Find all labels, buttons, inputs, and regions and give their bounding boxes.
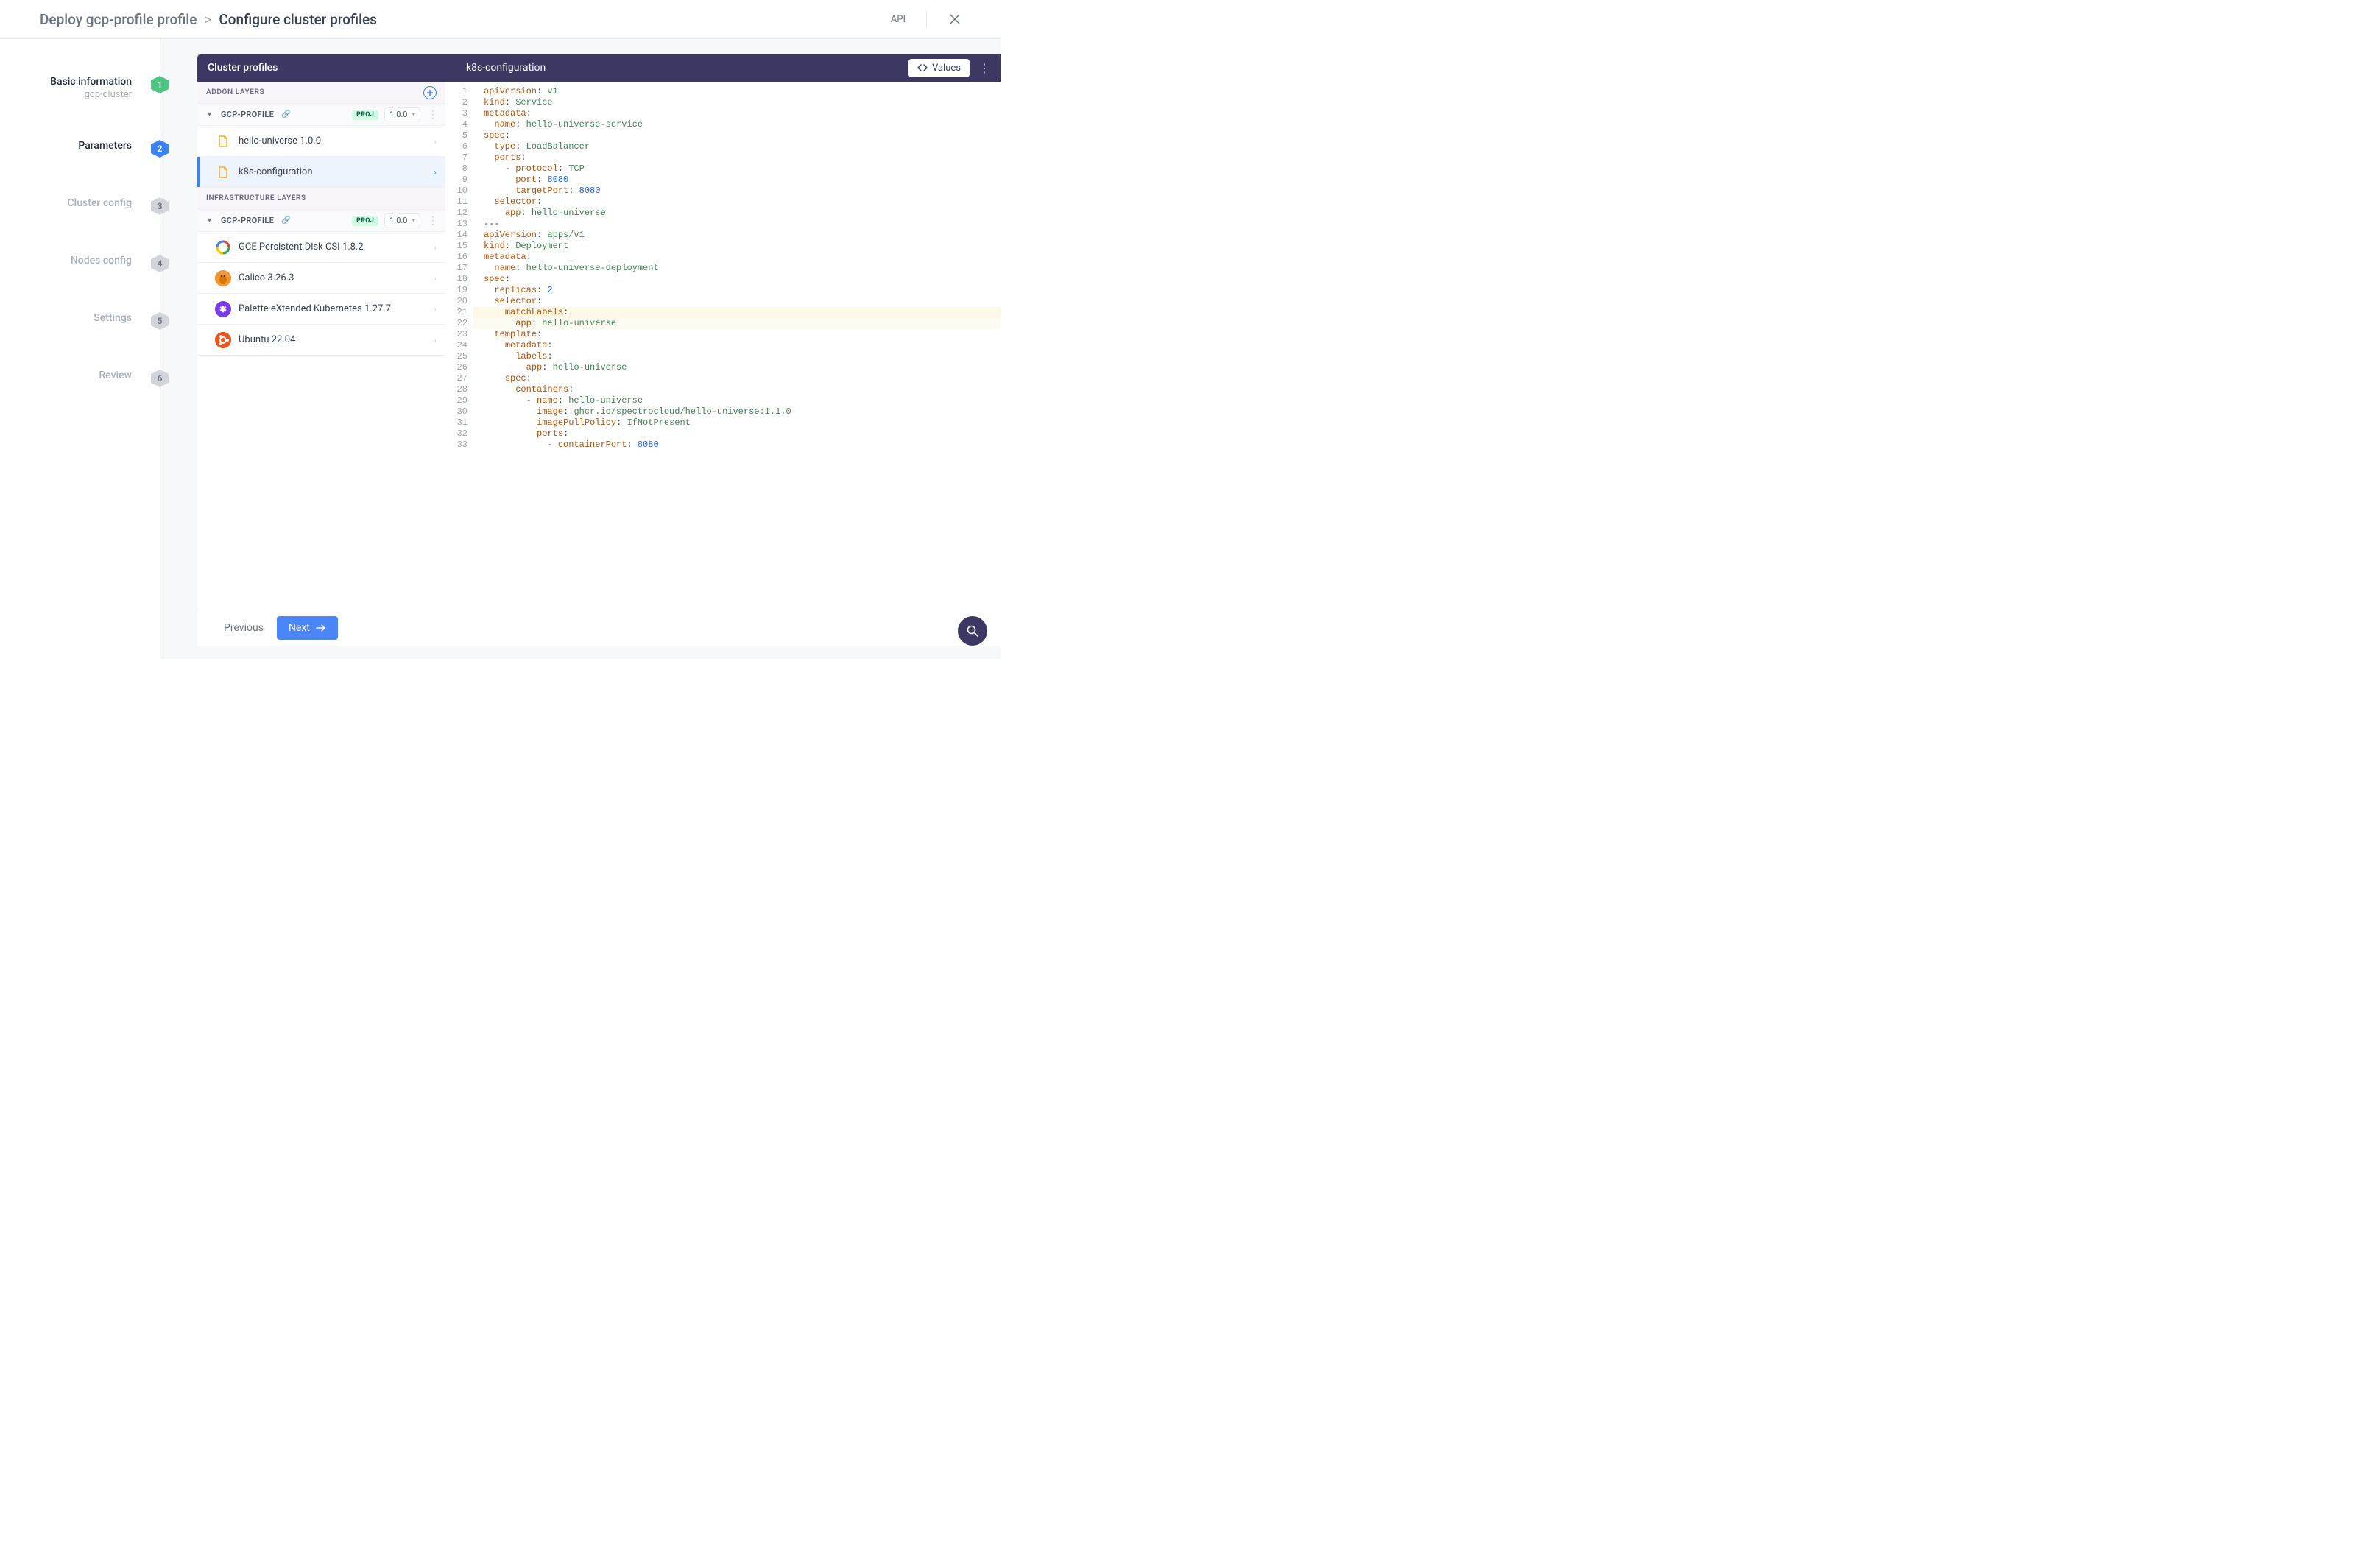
layer-row[interactable]: GCE Persistent Disk CSI 1.8.2 › xyxy=(197,232,445,263)
link-icon: 🔗 xyxy=(281,216,290,225)
version-select[interactable]: 1.0.0 ▾ xyxy=(384,213,420,227)
wizard-step[interactable]: Basic informationgcp-cluster1 xyxy=(0,76,160,100)
version-value: 1.0.0 xyxy=(389,216,407,225)
infra-layers-label: INFRASTRUCTURE LAYERS xyxy=(206,194,306,202)
step-title: Review xyxy=(99,370,132,381)
code-editor[interactable]: 1234567891011121314151617181920212223242… xyxy=(445,82,1001,610)
step-title: Nodes config xyxy=(71,255,132,266)
layer-row[interactable]: Ubuntu 22.04 › xyxy=(197,325,445,356)
next-label: Next xyxy=(289,622,310,634)
chevron-down-icon: ▾ xyxy=(208,110,215,119)
project-badge: PROJ xyxy=(352,216,378,226)
layer-label: GCE Persistent Disk CSI 1.8.2 xyxy=(239,241,426,252)
layer-row[interactable]: Calico 3.26.3 › xyxy=(197,263,445,294)
version-select[interactable]: 1.0.0 ▾ xyxy=(384,107,420,121)
profiles-panel: Cluster profiles ADDON LAYERS ▾ GCP-PROF… xyxy=(197,54,445,610)
wizard-step[interactable]: Cluster config3 xyxy=(0,197,160,215)
profile-name: GCP-PROFILE xyxy=(221,216,274,225)
code-icon xyxy=(917,63,928,72)
step-title: Settings xyxy=(94,312,132,324)
layer-label: Ubuntu 22.04 xyxy=(239,334,426,345)
layer-label: Calico 3.26.3 xyxy=(239,272,426,283)
breadcrumb: Deploy gcp-profile profile > Configure c… xyxy=(40,11,377,28)
wizard-footer: Previous Next xyxy=(197,610,1001,646)
close-button[interactable] xyxy=(948,12,962,27)
profiles-panel-title: Cluster profiles xyxy=(197,54,445,82)
chevron-right-icon: › xyxy=(434,167,437,177)
document-icon xyxy=(215,133,231,149)
addon-layers-section-header: ADDON LAYERS xyxy=(197,82,445,104)
header-divider xyxy=(926,11,927,27)
disk-icon xyxy=(215,239,231,255)
code-panel-header: k8s-configuration Values ⋮ xyxy=(445,54,1001,82)
chevron-right-icon: › xyxy=(434,273,437,283)
layer-label: Palette eXtended Kubernetes 1.27.7 xyxy=(239,303,426,314)
document-icon xyxy=(215,164,231,180)
chevron-right-icon: › xyxy=(434,304,437,314)
chevron-right-icon: › xyxy=(434,136,437,146)
code-more-menu-button[interactable]: ⋮ xyxy=(975,61,993,75)
chevron-right-icon: › xyxy=(434,242,437,252)
code-panel-title: k8s-configuration xyxy=(466,62,546,74)
close-icon xyxy=(950,14,960,24)
step-subtitle: gcp-cluster xyxy=(50,89,132,100)
wizard-step[interactable]: Settings5 xyxy=(0,312,160,330)
step-title: Cluster config xyxy=(68,197,132,209)
ubuntu-icon xyxy=(215,332,231,348)
more-menu-button[interactable]: ⋮ xyxy=(426,109,440,121)
step-title: Basic information xyxy=(50,76,132,88)
breadcrumb-separator: > xyxy=(204,11,211,28)
calico-icon xyxy=(215,270,231,286)
breadcrumb-current: Configure cluster profiles xyxy=(219,11,377,28)
help-fab[interactable] xyxy=(958,616,987,646)
link-icon: 🔗 xyxy=(281,110,290,119)
breadcrumb-root: Deploy gcp-profile profile xyxy=(40,11,197,28)
wizard-step[interactable]: Parameters2 xyxy=(0,140,160,158)
chevron-down-icon: ▾ xyxy=(412,111,415,119)
wizard-step[interactable]: Nodes config4 xyxy=(0,255,160,272)
wizard-step[interactable]: Review6 xyxy=(0,370,160,387)
addon-profile-row[interactable]: ▾ GCP-PROFILE 🔗 PROJ 1.0.0 ▾ ⋮ xyxy=(197,104,445,126)
layer-row[interactable]: ✱ Palette eXtended Kubernetes 1.27.7 › xyxy=(197,294,445,325)
step-title: Parameters xyxy=(78,140,132,152)
api-link[interactable]: API xyxy=(891,14,906,25)
chevron-down-icon: ▾ xyxy=(412,217,415,225)
project-badge: PROJ xyxy=(352,110,378,120)
add-addon-layer-button[interactable] xyxy=(423,86,437,99)
chevron-down-icon: ▾ xyxy=(208,216,215,225)
values-button[interactable]: Values xyxy=(908,59,970,77)
layer-row[interactable]: hello-universe 1.0.0 › xyxy=(197,126,445,157)
next-button[interactable]: Next xyxy=(277,616,338,640)
previous-button[interactable]: Previous xyxy=(221,616,267,640)
version-value: 1.0.0 xyxy=(389,110,407,119)
infra-layers-section-header: INFRASTRUCTURE LAYERS xyxy=(197,188,445,210)
layer-label: hello-universe 1.0.0 xyxy=(239,135,426,146)
profile-name: GCP-PROFILE xyxy=(221,110,274,119)
values-label: Values xyxy=(932,63,961,74)
header: Deploy gcp-profile profile > Configure c… xyxy=(0,0,1001,39)
layer-label: k8s-configuration xyxy=(239,166,426,177)
line-gutter: 1234567891011121314151617181920212223242… xyxy=(445,82,473,610)
wizard-steps: Basic informationgcp-cluster1 Parameters2… xyxy=(0,39,160,659)
layer-row[interactable]: k8s-configuration › xyxy=(197,157,445,188)
addon-layers-label: ADDON LAYERS xyxy=(206,88,264,96)
infra-profile-row[interactable]: ▾ GCP-PROFILE 🔗 PROJ 1.0.0 ▾ ⋮ xyxy=(197,210,445,232)
svg-text:✱: ✱ xyxy=(219,304,227,314)
more-menu-button[interactable]: ⋮ xyxy=(426,215,440,227)
kubernetes-icon: ✱ xyxy=(215,301,231,317)
search-icon xyxy=(966,624,979,638)
arrow-right-icon xyxy=(316,624,326,632)
code-lines: apiVersion: v1kind: Servicemetadata: nam… xyxy=(473,82,1001,610)
plus-icon xyxy=(426,89,434,96)
chevron-right-icon: › xyxy=(434,335,437,345)
code-panel: k8s-configuration Values ⋮ 1234567891011… xyxy=(445,54,1001,610)
